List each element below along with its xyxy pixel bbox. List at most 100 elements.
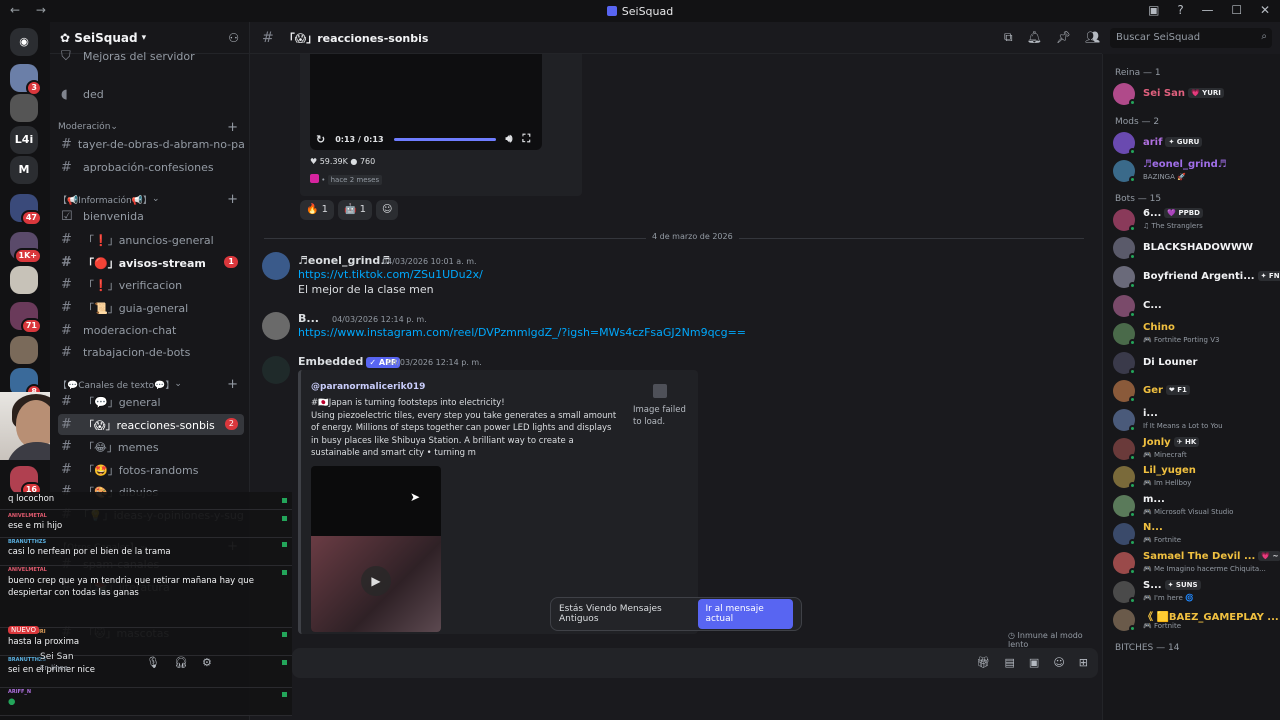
channel-item[interactable]: # 「🔴」avisos-stream 1: [58, 252, 244, 273]
member-item[interactable]: S... ✦ SUNS 🎮 I'm here 🌀: [1113, 579, 1277, 606]
message-author[interactable]: Embedded ✓ APP: [298, 355, 400, 368]
channel-header: # 「😱」reacciones-sonbis: [250, 22, 1102, 54]
message-link[interactable]: https://www.instagram.com/reel/DVPzmmlgd…: [298, 326, 746, 339]
member-item[interactable]: i... If It Means a Lot to You: [1113, 408, 1277, 434]
server-icon[interactable]: 16: [10, 466, 42, 498]
channel-label: Mejoras del servidor: [83, 50, 195, 63]
bot-avatar[interactable]: [262, 356, 290, 384]
channel-item[interactable]: # 「😱」reacciones-sonbis 2: [58, 414, 244, 435]
online-status-icon: [1129, 596, 1136, 604]
channel-category[interactable]: 【📢Información📢】 ⌄ +: [58, 191, 244, 207]
message-link[interactable]: https://vt.tiktok.com/ZSu1UDu2x/: [298, 268, 483, 281]
member-item[interactable]: arif ✦ GURU: [1113, 131, 1277, 157]
message-composer[interactable]: 🎁︎ ▤ ▣ ☺ ⊞: [292, 648, 1098, 678]
gift-icon[interactable]: 🎁︎: [977, 656, 991, 669]
member-item[interactable]: Jonly ✈ HK 🎮 Minecraft: [1113, 436, 1277, 463]
apps-icon[interactable]: ⊞: [1079, 656, 1088, 669]
channel-item[interactable]: # 「😂」memes: [58, 436, 244, 457]
channel-item[interactable]: ⛉ Mejoras del servidor: [58, 46, 244, 67]
gif-icon[interactable]: ▤: [1005, 656, 1015, 669]
pin-icon[interactable]: 📌︎: [1056, 30, 1071, 44]
video-thumbnail[interactable]: ▶: [311, 466, 441, 632]
message-author[interactable]: ♬eonel_grind♬: [298, 254, 390, 267]
discord-home-button[interactable]: ◉: [10, 28, 38, 56]
add-channel-icon[interactable]: +: [227, 120, 238, 135]
member-item[interactable]: Ger ❤ F1: [1113, 379, 1277, 405]
sticker-icon[interactable]: ▣: [1029, 656, 1039, 669]
server-icon[interactable]: [10, 336, 38, 364]
channel-item[interactable]: # 「💬」general: [58, 391, 244, 412]
member-item[interactable]: BLACKSHADOWWW: [1113, 236, 1277, 262]
play-icon[interactable]: ▶: [361, 566, 391, 596]
help-icon[interactable]: ?: [1177, 3, 1183, 17]
notification-bell-icon[interactable]: 🔔︎: [1027, 30, 1042, 44]
member-item[interactable]: 6... 💜 PPBD ♫ The Stranglers: [1113, 207, 1277, 234]
close-button[interactable]: ✕: [1260, 3, 1270, 17]
member-name-text: Jonly: [1143, 436, 1171, 448]
member-item[interactable]: Lil_yugen 🎮 Im Hellboy: [1113, 465, 1277, 491]
member-name: Samael The Devil ... 💗 ~: [1143, 551, 1280, 562]
add-channel-icon[interactable]: +: [227, 377, 238, 392]
server-icon[interactable]: [10, 266, 38, 294]
channel-item[interactable]: ☑ bienvenida: [58, 206, 244, 227]
channel-item[interactable]: # 「📜」guia-general: [58, 297, 244, 318]
add-channel-icon[interactable]: +: [227, 192, 238, 207]
channel-item[interactable]: # trabajacion-de-bots: [58, 342, 244, 363]
user-panel-name[interactable]: Sei San: [40, 652, 74, 662]
invite-people-icon[interactable]: ⚇: [228, 31, 239, 45]
add-reaction-button[interactable]: ☺: [376, 200, 399, 220]
member-item[interactable]: Chino 🎮 Fortnite Porting V3: [1113, 322, 1277, 348]
discord-logo-icon: ◉: [19, 35, 29, 48]
channel-item[interactable]: # tayer-de-obras-d-abram-no-pa...: [58, 134, 244, 155]
avatar[interactable]: [262, 252, 290, 280]
avatar: [1113, 580, 1136, 604]
member-item[interactable]: Di Louner: [1113, 351, 1277, 377]
channel-item[interactable]: # 「❗」verificacion: [58, 274, 244, 295]
channel-item[interactable]: # moderacion-chat: [58, 320, 244, 341]
channel-category[interactable]: Moderación ⌄ +: [58, 119, 244, 135]
search-placeholder: Buscar SeiSquad: [1116, 32, 1201, 43]
minimize-button[interactable]: —: [1202, 3, 1214, 17]
server-icon[interactable]: 1K+: [10, 232, 42, 264]
microphone-icon[interactable]: 🎙︎: [146, 656, 174, 669]
member-item[interactable]: m... 🎮 Microsoft Visual Studio: [1113, 494, 1277, 520]
reaction-robot[interactable]: 🤖 1: [338, 200, 373, 220]
settings-gear-icon[interactable]: ⚙: [202, 656, 226, 669]
video-progress-bar[interactable]: [393, 137, 496, 141]
channel-label: 「❗」anuncios-general: [83, 233, 214, 247]
search-input[interactable]: Buscar SeiSquad ⌕: [1110, 28, 1272, 48]
member-item[interactable]: N... 🎮 Fortnite: [1113, 522, 1277, 548]
heart-icon: ♥: [310, 157, 318, 166]
avatar[interactable]: [262, 312, 290, 340]
emoji-icon[interactable]: ☺: [1053, 656, 1064, 669]
replay-icon[interactable]: ↻: [316, 133, 325, 146]
server-icon[interactable]: 3: [10, 64, 42, 96]
channel-item[interactable]: # aprobación-confesiones: [58, 157, 244, 178]
channel-item[interactable]: # 「🤩」fotos-randoms: [58, 459, 244, 480]
maximize-button[interactable]: ☐: [1231, 3, 1242, 17]
threads-icon[interactable]: ⧉: [1004, 30, 1013, 44]
server-icon[interactable]: [10, 94, 38, 122]
fullscreen-icon[interactable]: ⛶: [522, 132, 530, 146]
member-item[interactable]: ♬eonel_grind♬ BAZINGA 🚀: [1113, 159, 1277, 185]
embed-author[interactable]: @paranormalicerik019: [311, 382, 425, 392]
message-author[interactable]: B...: [298, 312, 319, 325]
channel-category[interactable]: 【💬Canales de texto💬】 ⌄ +: [58, 376, 244, 392]
channel-item[interactable]: # 「❗」anuncios-general: [58, 229, 244, 250]
member-item[interactable]: Samael The Devil ... 💗 ~ 🎮 Me Imagino hace…: [1113, 551, 1280, 577]
server-icon[interactable]: 47: [10, 194, 42, 226]
member-item[interactable]: 《 🟨BAEZ_GAMEPLAY ... 🎮 Fortnite: [1113, 608, 1279, 634]
member-item[interactable]: Sei San 💗 YURI: [1113, 82, 1277, 108]
jump-to-present-button[interactable]: Ir al mensaje actual: [698, 599, 793, 629]
server-icon[interactable]: M: [10, 156, 38, 184]
volume-icon[interactable]: 🔊︎: [506, 132, 513, 146]
member-item[interactable]: C...: [1113, 294, 1277, 320]
member-list-icon[interactable]: 👥︎: [1085, 30, 1100, 44]
inbox-icon[interactable]: ▣: [1148, 3, 1159, 17]
server-icon[interactable]: L4i: [10, 126, 38, 154]
reaction-fire[interactable]: 🔥 1: [300, 200, 335, 220]
headphones-icon[interactable]: 🎧︎: [174, 656, 202, 669]
member-item[interactable]: Boyfriend Argenti...✦ FNF: [1113, 265, 1280, 291]
server-icon[interactable]: 71: [10, 302, 42, 334]
channel-item[interactable]: ◖ ded: [58, 84, 244, 105]
